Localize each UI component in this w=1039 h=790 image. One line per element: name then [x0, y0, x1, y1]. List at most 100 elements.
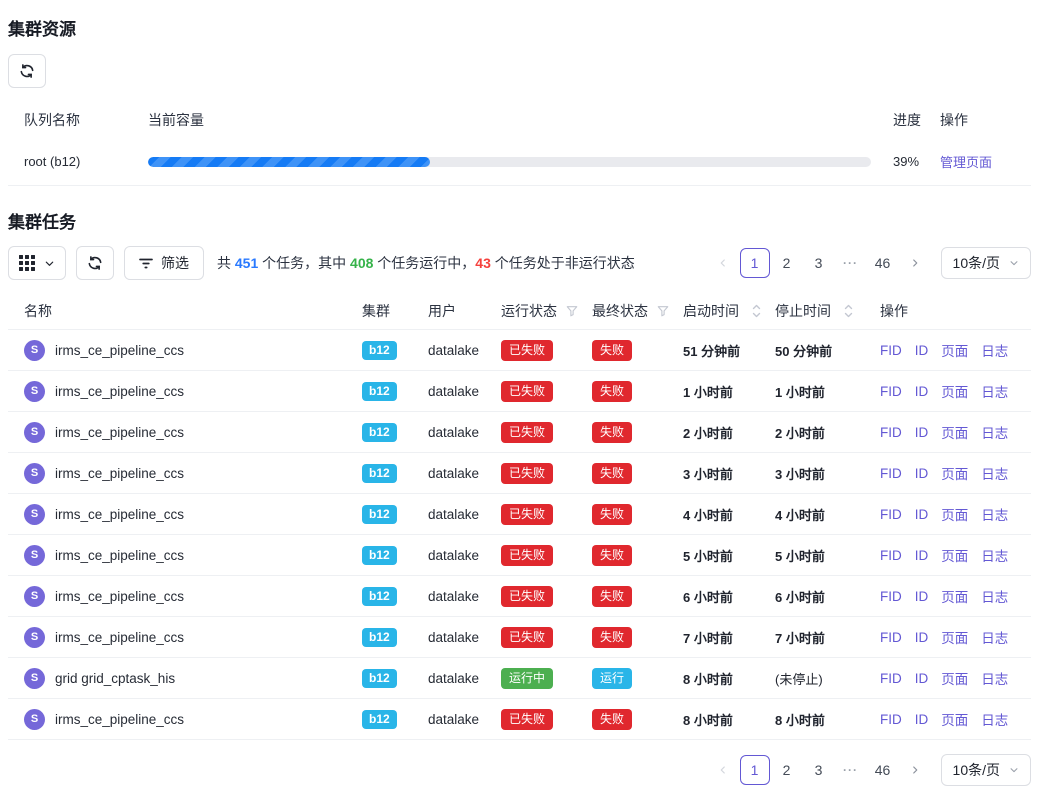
- task-action-link-日志[interactable]: 日志: [981, 668, 1008, 688]
- task-action-link-fid[interactable]: FID: [880, 343, 902, 358]
- pagination-ellipsis[interactable]: ···: [836, 248, 866, 278]
- task-row: S irms_ce_pipeline_ccs b12 datalake 已失败 …: [8, 371, 1031, 412]
- task-action-link-id[interactable]: ID: [915, 548, 929, 563]
- task-action-link-fid[interactable]: FID: [880, 712, 902, 727]
- cluster-badge: b12: [362, 382, 397, 401]
- pagination-page-3[interactable]: 3: [804, 755, 834, 785]
- run-status-badge: 已失败: [501, 504, 553, 525]
- task-action-link-页面[interactable]: 页面: [941, 709, 968, 729]
- pagination-page-3[interactable]: 3: [804, 248, 834, 278]
- task-action-link-页面[interactable]: 页面: [941, 668, 968, 688]
- pagination-next-button[interactable]: [900, 248, 930, 278]
- cluster-badge: b12: [362, 669, 397, 688]
- pagination-prev-button[interactable]: [708, 755, 738, 785]
- task-action-link-fid[interactable]: FID: [880, 507, 902, 522]
- task-table-body: S irms_ce_pipeline_ccs b12 datalake 已失败 …: [8, 330, 1031, 740]
- cluster-badge: b12: [362, 423, 397, 442]
- pagination-page-2[interactable]: 2: [772, 248, 802, 278]
- task-action-link-日志[interactable]: 日志: [981, 709, 1008, 729]
- task-action-link-日志[interactable]: 日志: [981, 422, 1008, 442]
- queue-name-header: 队列名称: [8, 110, 148, 130]
- chevron-down-icon: [44, 258, 55, 269]
- task-action-link-页面[interactable]: 页面: [941, 381, 968, 401]
- task-actions: FID ID 页面日志: [880, 340, 1031, 360]
- run-status-badge: 已失败: [501, 422, 553, 443]
- task-user: datalake: [428, 425, 501, 440]
- task-action-link-日志[interactable]: 日志: [981, 627, 1008, 647]
- final-status-badge: 失败: [592, 381, 632, 402]
- task-action-link-fid[interactable]: FID: [880, 589, 902, 604]
- layout-grid-button[interactable]: [8, 246, 66, 280]
- stop-time-sort-icon[interactable]: [844, 304, 853, 318]
- task-action-link-fid[interactable]: FID: [880, 671, 902, 686]
- task-action-link-日志[interactable]: 日志: [981, 340, 1008, 360]
- task-action-link-页面[interactable]: 页面: [941, 340, 968, 360]
- run-status-badge: 已失败: [501, 627, 553, 648]
- task-action-link-fid[interactable]: FID: [880, 548, 902, 563]
- run-status-filter-funnel-icon[interactable]: [566, 305, 578, 317]
- final-status-filter-funnel-icon[interactable]: [657, 305, 669, 317]
- summary-text: 个任务运行中，: [373, 255, 475, 271]
- page-size-select[interactable]: 10条/页: [941, 247, 1031, 279]
- name-header: 名称: [8, 301, 362, 321]
- task-action-link-页面[interactable]: 页面: [941, 422, 968, 442]
- manage-page-link[interactable]: 管理页面: [940, 155, 992, 170]
- pagination-next-button[interactable]: [900, 755, 930, 785]
- stop-time: (未停止): [775, 669, 880, 688]
- start-time-sort-icon[interactable]: [752, 304, 761, 318]
- task-action-link-页面[interactable]: 页面: [941, 627, 968, 647]
- task-action-link-id[interactable]: ID: [915, 589, 929, 604]
- cluster-resources-title: 集群资源: [8, 0, 1031, 40]
- task-action-link-id[interactable]: ID: [915, 343, 929, 358]
- run-status-badge: 已失败: [501, 463, 553, 484]
- task-action-link-fid[interactable]: FID: [880, 630, 902, 645]
- task-action-link-日志[interactable]: 日志: [981, 463, 1008, 483]
- task-user: datalake: [428, 671, 501, 686]
- filter-button[interactable]: 筛选: [124, 246, 204, 280]
- page-size-select[interactable]: 10条/页: [941, 754, 1031, 786]
- pagination-page-1[interactable]: 1: [740, 755, 770, 785]
- tasks-refresh-button[interactable]: [76, 246, 114, 280]
- chevron-down-icon: [1009, 258, 1019, 268]
- task-action-link-fid[interactable]: FID: [880, 384, 902, 399]
- pagination-page-2[interactable]: 2: [772, 755, 802, 785]
- pagination-page-46[interactable]: 46: [868, 755, 898, 785]
- start-time: 6 小时前: [683, 587, 775, 606]
- task-action-link-id[interactable]: ID: [915, 466, 929, 481]
- task-action-link-页面[interactable]: 页面: [941, 463, 968, 483]
- task-action-link-日志[interactable]: 日志: [981, 504, 1008, 524]
- start-time: 2 小时前: [683, 423, 775, 442]
- pagination-ellipsis[interactable]: ···: [836, 755, 866, 785]
- task-action-link-日志[interactable]: 日志: [981, 381, 1008, 401]
- refresh-icon: [19, 63, 35, 79]
- pagination-page-1[interactable]: 1: [740, 248, 770, 278]
- task-row: S irms_ce_pipeline_ccs b12 datalake 已失败 …: [8, 453, 1031, 494]
- task-action-link-id[interactable]: ID: [915, 630, 929, 645]
- task-action-link-页面[interactable]: 页面: [941, 586, 968, 606]
- queue-name: root (b12): [8, 154, 148, 169]
- pagination-prev-button[interactable]: [708, 248, 738, 278]
- resources-refresh-button[interactable]: [8, 54, 46, 88]
- not-running-task-count: 43: [475, 255, 491, 271]
- task-name: irms_ce_pipeline_ccs: [55, 507, 184, 522]
- task-action-link-id[interactable]: ID: [915, 425, 929, 440]
- task-row: S grid grid_cptask_his b12 datalake 运行中 …: [8, 658, 1031, 699]
- pagination-page-46[interactable]: 46: [868, 248, 898, 278]
- task-action-link-id[interactable]: ID: [915, 712, 929, 727]
- final-status-badge: 失败: [592, 545, 632, 566]
- task-action-link-日志[interactable]: 日志: [981, 586, 1008, 606]
- task-avatar: S: [24, 381, 45, 402]
- final-status-badge: 失败: [592, 709, 632, 730]
- task-action-link-fid[interactable]: FID: [880, 425, 902, 440]
- task-action-link-id[interactable]: ID: [915, 671, 929, 686]
- task-action-link-日志[interactable]: 日志: [981, 545, 1008, 565]
- task-action-link-id[interactable]: ID: [915, 384, 929, 399]
- task-action-link-页面[interactable]: 页面: [941, 545, 968, 565]
- task-action-link-fid[interactable]: FID: [880, 466, 902, 481]
- cluster-badge: b12: [362, 710, 397, 729]
- task-action-link-id[interactable]: ID: [915, 507, 929, 522]
- task-row: S irms_ce_pipeline_ccs b12 datalake 已失败 …: [8, 412, 1031, 453]
- task-user: datalake: [428, 466, 501, 481]
- task-action-link-页面[interactable]: 页面: [941, 504, 968, 524]
- task-actions: FID ID 页面日志: [880, 586, 1031, 606]
